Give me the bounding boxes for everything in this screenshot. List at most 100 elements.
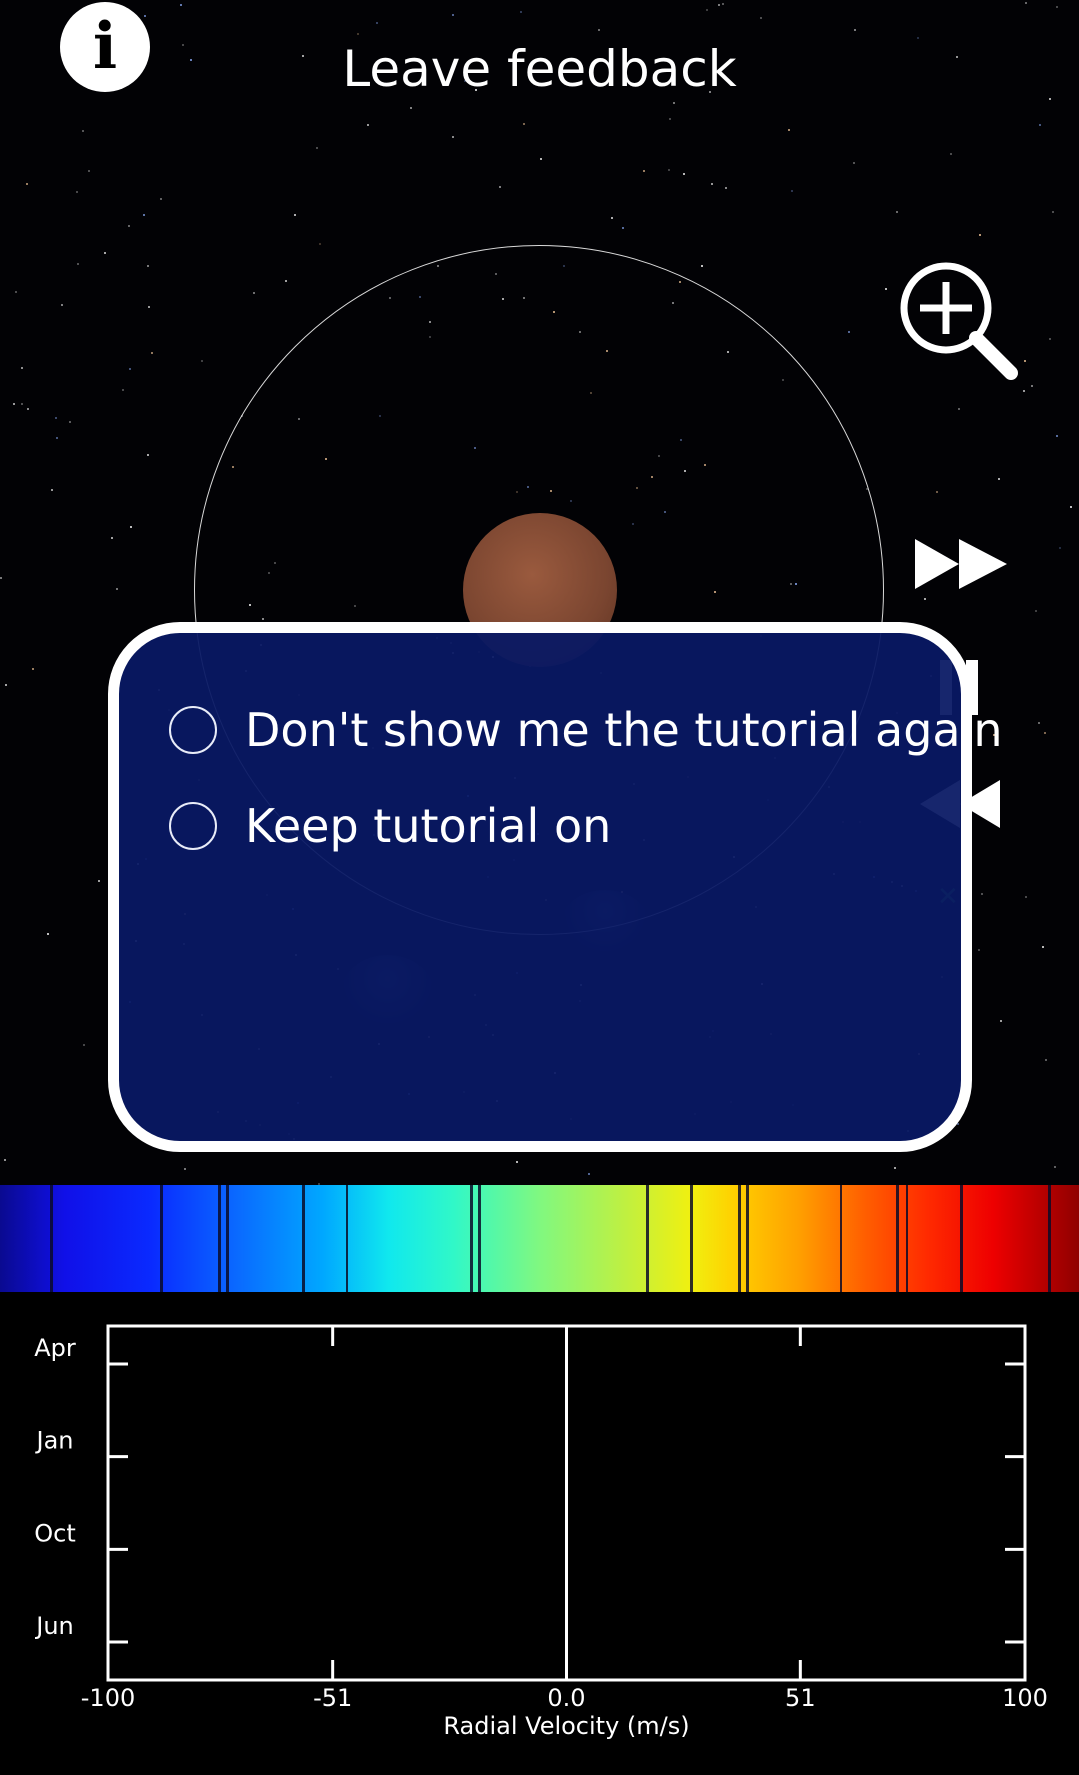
star-dot xyxy=(375,21,378,24)
absorption-line xyxy=(646,1185,649,1292)
star-dot xyxy=(701,264,704,267)
star-dot xyxy=(710,182,713,185)
star-dot xyxy=(316,146,319,149)
star-dot xyxy=(55,437,58,440)
star-dot xyxy=(284,280,287,283)
star-dot xyxy=(924,598,927,601)
x-tick-label: 0.0 xyxy=(547,1684,585,1712)
x-tick-label: -51 xyxy=(313,1684,352,1712)
absorption-line xyxy=(906,1185,908,1292)
star-dot xyxy=(21,402,24,405)
star-dot xyxy=(979,233,982,236)
star-dot xyxy=(26,183,29,186)
star-dot xyxy=(522,123,525,126)
star-dot xyxy=(935,490,938,493)
star-dot xyxy=(598,28,601,31)
star-dot xyxy=(673,102,676,105)
star-dot xyxy=(69,421,72,424)
star-dot xyxy=(622,226,625,229)
star-dot xyxy=(1042,946,1045,949)
star-dot xyxy=(14,290,17,293)
star-dot xyxy=(148,306,151,309)
spectrum-bar xyxy=(0,1185,1079,1292)
star-dot xyxy=(611,217,614,220)
star-dot xyxy=(682,173,685,176)
star-dot xyxy=(1023,390,1026,393)
star-dot xyxy=(725,187,728,190)
star-dot xyxy=(981,892,984,895)
absorption-line xyxy=(478,1185,481,1292)
star-dot xyxy=(588,1173,591,1176)
star-dot xyxy=(160,198,163,201)
star-dot xyxy=(115,588,118,591)
star-dot xyxy=(5,684,8,687)
star-dot xyxy=(1051,210,1054,213)
absorption-line xyxy=(896,1185,899,1292)
star-dot xyxy=(142,214,145,217)
absorption-line xyxy=(302,1185,305,1292)
radio-button[interactable] xyxy=(169,706,217,754)
absorption-line xyxy=(738,1185,741,1292)
star-dot xyxy=(151,351,154,354)
star-dot xyxy=(146,265,149,268)
leave-feedback-link[interactable]: Leave feedback xyxy=(0,40,1079,98)
absorption-line xyxy=(960,1185,963,1292)
star-dot xyxy=(853,161,855,164)
option-label: Keep tutorial on xyxy=(245,799,612,853)
fast-forward-icon[interactable] xyxy=(915,535,1010,593)
star-dot xyxy=(788,128,791,131)
star-dot xyxy=(51,488,54,491)
star-dot xyxy=(1000,1019,1003,1022)
absorption-line xyxy=(690,1185,693,1292)
star-dot xyxy=(1049,338,1052,341)
absorption-line xyxy=(50,1185,53,1292)
star-dot xyxy=(356,32,359,35)
star-dot xyxy=(1024,359,1027,362)
star-dot xyxy=(452,136,455,139)
star-dot xyxy=(1056,435,1059,438)
star-dot xyxy=(1044,731,1047,734)
star-dot xyxy=(294,213,297,216)
star-dot xyxy=(1038,124,1041,127)
x-tick-label: 51 xyxy=(785,1684,816,1712)
option-dont-show-tutorial[interactable]: Don't show me the tutorial again xyxy=(169,703,1003,757)
absorption-line xyxy=(218,1185,221,1292)
star-dot xyxy=(104,251,107,254)
star-dot xyxy=(1030,385,1033,388)
star-dot xyxy=(0,577,3,580)
star-dot xyxy=(55,416,57,419)
zoom-in-icon[interactable] xyxy=(896,258,1021,383)
star-dot xyxy=(46,933,49,936)
y-tick-label: Oct xyxy=(34,1519,76,1547)
star-dot xyxy=(366,124,369,127)
star-dot xyxy=(127,225,130,228)
star-dot xyxy=(895,211,898,214)
star-dot xyxy=(668,117,671,120)
star-dot xyxy=(88,170,91,173)
option-keep-tutorial[interactable]: Keep tutorial on xyxy=(169,799,611,853)
star-dot xyxy=(146,454,149,457)
star-dot xyxy=(76,191,79,194)
star-dot xyxy=(540,158,543,161)
star-dot xyxy=(201,360,204,363)
radio-button[interactable] xyxy=(169,802,217,850)
star-dot xyxy=(129,368,132,371)
star-dot xyxy=(722,3,725,6)
star-dot xyxy=(668,168,671,171)
star-dot xyxy=(1044,1058,1047,1061)
tutorial-dialog: Don't show me the tutorial again Keep tu… xyxy=(108,622,1003,1152)
star-dot xyxy=(1025,896,1028,899)
star-dot xyxy=(520,11,523,14)
star-dot xyxy=(144,15,147,18)
star-dot xyxy=(410,107,413,110)
star-dot xyxy=(916,36,919,39)
star-dot xyxy=(31,668,34,671)
star-dot xyxy=(253,291,256,294)
star-dot xyxy=(706,9,709,12)
star-dot xyxy=(4,1159,7,1162)
y-tick-label: Jan xyxy=(35,1427,74,1455)
star-dot xyxy=(1035,609,1038,612)
star-dot xyxy=(111,537,114,540)
star-dot xyxy=(1069,506,1072,509)
star-dot xyxy=(950,153,953,156)
